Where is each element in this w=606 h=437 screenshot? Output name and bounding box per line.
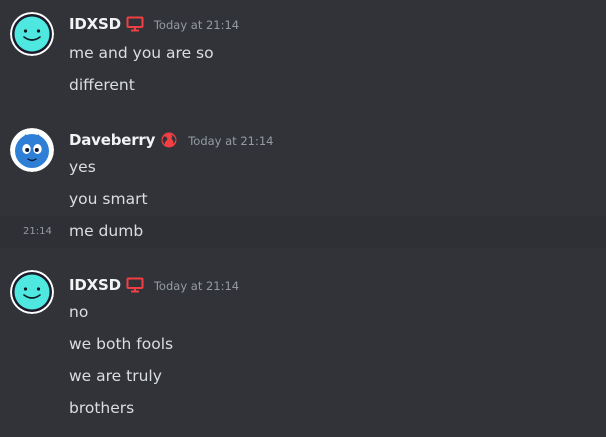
monitor-icon bbox=[126, 16, 144, 32]
username[interactable]: Daveberry bbox=[69, 131, 155, 149]
hover-timestamp[interactable]: 21:14 bbox=[23, 226, 52, 237]
message-line[interactable]: we both fools bbox=[0, 329, 606, 361]
message-line[interactable]: different bbox=[0, 70, 606, 102]
message-text: yes bbox=[69, 158, 96, 176]
message-text: no bbox=[69, 303, 89, 321]
message-text: me and you are so bbox=[69, 44, 214, 62]
message-line[interactable]: you smart bbox=[0, 184, 606, 216]
message-text: brothers bbox=[69, 399, 135, 417]
message-line[interactable]: we are truly bbox=[0, 361, 606, 393]
timestamp[interactable]: Today at 21:14 bbox=[154, 18, 239, 32]
message-group: Daveberry Today at 21:14 yes you smart 2… bbox=[0, 118, 606, 248]
message-text: you smart bbox=[69, 190, 148, 208]
monitor-icon bbox=[126, 277, 144, 293]
message-text: me dumb bbox=[69, 222, 144, 240]
message-group: IDXSD Today at 21:14 no we both fools we… bbox=[0, 262, 606, 437]
timestamp[interactable]: Today at 21:14 bbox=[188, 134, 273, 148]
message-header: Daveberry Today at 21:14 bbox=[69, 130, 274, 150]
globe-icon bbox=[160, 132, 178, 148]
message-text: we are truly bbox=[69, 367, 162, 385]
username[interactable]: IDXSD bbox=[69, 15, 121, 33]
message-line[interactable]: me and you are so bbox=[0, 38, 606, 70]
message-line[interactable]: brothers bbox=[0, 393, 606, 425]
message-line-hovered[interactable]: 21:14 me dumb bbox=[0, 216, 606, 248]
message-header: IDXSD Today at 21:14 bbox=[69, 275, 239, 295]
message-text: different bbox=[69, 76, 135, 94]
message-line[interactable]: no bbox=[0, 297, 606, 329]
message-list: IDXSD Today at 21:14 me and you are so d… bbox=[0, 0, 606, 437]
message-header: IDXSD Today at 21:14 bbox=[69, 14, 239, 34]
username[interactable]: IDXSD bbox=[69, 276, 121, 294]
message-line[interactable]: yes bbox=[0, 152, 606, 184]
message-group: IDXSD Today at 21:14 me and you are so d… bbox=[0, 0, 606, 110]
message-text: we both fools bbox=[69, 335, 174, 353]
timestamp[interactable]: Today at 21:14 bbox=[154, 279, 239, 293]
